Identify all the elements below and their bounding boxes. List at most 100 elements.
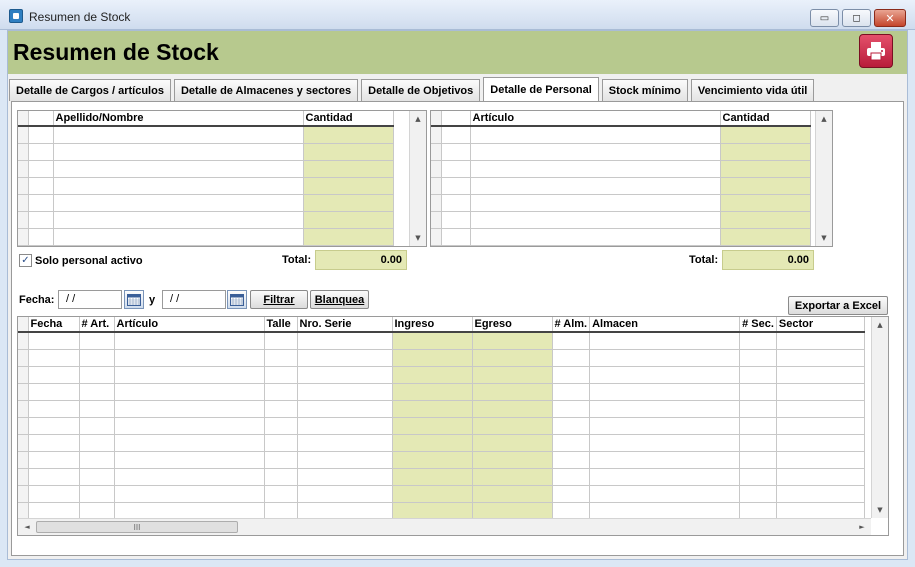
table-cell[interactable] [264,332,298,350]
checkbox-mark[interactable]: ✓ [19,254,32,267]
table-cell[interactable] [303,228,394,246]
table-row[interactable] [431,160,811,178]
table-cell[interactable] [28,434,80,452]
table-cell[interactable] [28,485,80,503]
table-cell[interactable] [472,383,553,401]
row-selector[interactable] [18,332,29,350]
table-cell[interactable] [264,349,298,367]
table-cell[interactable] [114,434,265,452]
table-cell[interactable] [392,366,473,384]
table-cell[interactable] [53,160,304,178]
column-header-articulo[interactable]: Artículo [470,111,721,127]
table-cell[interactable] [303,160,394,178]
table-cell[interactable] [114,383,265,401]
table-cell[interactable] [589,400,741,418]
table-cell[interactable] [114,502,265,520]
row-selector[interactable] [431,177,442,195]
table-cell[interactable] [28,228,54,246]
table-cell[interactable] [392,349,473,367]
table-cell[interactable] [79,366,115,384]
articulo-grid[interactable]: Artículo Cantidad ▲ ▼ [430,110,833,247]
table-cell[interactable] [472,485,553,503]
table-cell[interactable] [552,332,591,350]
table-row[interactable] [18,468,865,486]
table-row[interactable] [431,228,811,246]
table-cell[interactable] [297,468,393,486]
column-header-blank[interactable] [441,111,471,127]
column-header-alm[interactable]: # Alm. [552,317,591,333]
row-selector[interactable] [18,485,29,503]
table-cell[interactable] [28,400,80,418]
personal-grid[interactable]: Apellido/Nombre Cantidad ▲ ▼ [17,110,427,247]
table-cell[interactable] [264,366,298,384]
table-cell[interactable] [776,332,865,350]
table-cell[interactable] [392,434,473,452]
table-row[interactable] [18,502,865,520]
horizontal-scroll-thumb[interactable]: III [36,521,238,533]
tab-detalle-de-objetivos[interactable]: Detalle de Objetivos [361,79,481,101]
row-selector[interactable] [18,177,29,195]
row-selector[interactable] [18,502,29,520]
table-cell[interactable] [739,468,777,486]
tab-detalle-de-personal[interactable]: Detalle de Personal [483,77,599,101]
row-selector[interactable] [18,349,29,367]
table-cell[interactable] [472,502,553,520]
table-cell[interactable] [28,332,80,350]
column-header-blank[interactable] [28,111,54,127]
table-cell[interactable] [28,349,80,367]
table-cell[interactable] [303,126,394,144]
table-cell[interactable] [53,211,304,229]
table-cell[interactable] [28,126,54,144]
table-row[interactable] [18,451,865,469]
table-cell[interactable] [776,400,865,418]
table-row[interactable] [18,332,865,350]
table-cell[interactable] [776,383,865,401]
table-cell[interactable] [589,417,741,435]
table-cell[interactable] [79,417,115,435]
table-cell[interactable] [776,451,865,469]
row-selector[interactable] [18,417,29,435]
date-to-calendar-button[interactable] [227,290,247,309]
table-row[interactable] [431,177,811,195]
vertical-scrollbar[interactable]: ▲ ▼ [815,111,832,246]
column-header-sec[interactable]: # Sec. [739,317,777,333]
table-cell[interactable] [114,451,265,469]
table-cell[interactable] [552,349,591,367]
table-cell[interactable] [297,332,393,350]
close-button[interactable]: ✕ [874,9,906,27]
table-cell[interactable] [28,366,80,384]
table-row[interactable] [18,160,394,178]
table-cell[interactable] [441,211,471,229]
table-cell[interactable] [552,366,591,384]
scroll-down-icon[interactable]: ▼ [872,503,888,517]
table-cell[interactable] [114,485,265,503]
table-cell[interactable] [53,143,304,161]
table-cell[interactable] [470,228,721,246]
table-cell[interactable] [776,366,865,384]
row-selector[interactable] [18,468,29,486]
table-cell[interactable] [441,194,471,212]
table-cell[interactable] [552,451,591,469]
scroll-up-icon[interactable]: ▲ [872,318,888,332]
filtrar-button[interactable]: Filtrar [250,290,308,309]
scroll-up-icon[interactable]: ▲ [410,112,426,126]
table-cell[interactable] [739,332,777,350]
table-row[interactable] [18,383,865,401]
movements-grid[interactable]: Fecha # Art. Artículo Talle Nro. Serie Ingres… [17,316,889,536]
tab-vencimiento-vida-util[interactable]: Vencimiento vida útil [690,79,815,101]
table-row[interactable] [18,349,865,367]
table-cell[interactable] [264,468,298,486]
table-cell[interactable] [28,383,80,401]
table-cell[interactable] [470,194,721,212]
table-cell[interactable] [739,383,777,401]
vertical-scrollbar[interactable]: ▲ ▼ [409,111,426,246]
scroll-down-icon[interactable]: ▼ [816,231,832,245]
table-cell[interactable] [303,177,394,195]
table-row[interactable] [18,434,865,452]
row-selector[interactable] [431,194,442,212]
table-cell[interactable] [472,451,553,469]
table-cell[interactable] [28,451,80,469]
table-cell[interactable] [720,228,811,246]
table-cell[interactable] [472,417,553,435]
table-row[interactable] [18,485,865,503]
